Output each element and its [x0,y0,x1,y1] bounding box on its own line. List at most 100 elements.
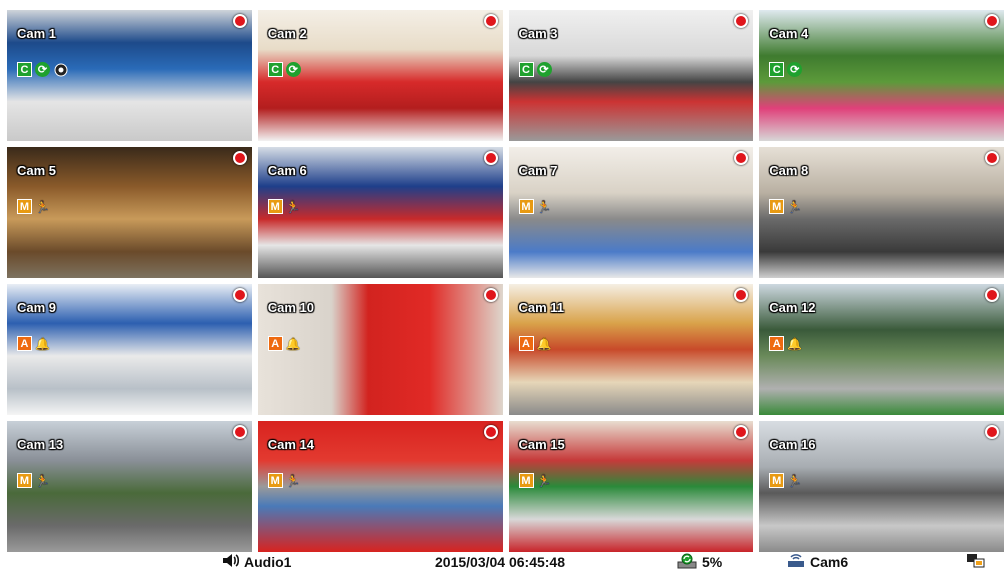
camera-label: Cam 3 [518,26,558,41]
status-badges: A 🔔 [769,336,802,351]
status-badges: M 🏃 [518,473,552,488]
camera-tile[interactable]: Cam 5 M 🏃 [6,146,253,279]
monitor-switch-icon [966,553,986,571]
camera-tile[interactable]: Cam 6 M 🏃 [256,146,504,279]
status-badges: M 🏃 [769,473,802,488]
camera-tile[interactable]: Cam 11 A 🔔 [507,283,755,416]
camera-label: Cam 11 [518,300,565,315]
camera-grid: Cam 1 C ⟳ Cam 2 C ⟳ Cam 3 C ⟳ Cam 4 C ⟳ Cam 5 M 🏃 Cam 6… [6,9,1005,553]
record-mode-badge: C [267,62,283,77]
display-toggle[interactable] [966,553,986,571]
network-camera-icon [786,553,806,571]
record-mode-badge: M [518,199,534,214]
motion-icon: 🏃 [787,473,803,488]
bell-icon: 🔔 [787,336,803,351]
motion-icon: 🏃 [536,473,552,488]
recording-indicator-icon [985,151,999,165]
recording-indicator-icon [232,14,247,28]
record-mode-badge: M [267,199,283,214]
camera-label: Cam 15 [518,437,565,452]
recording-indicator-icon [483,425,498,439]
camera-tile[interactable]: Cam 12 A 🔔 [758,283,1005,416]
status-badges: C ⟳ [518,62,552,77]
camera-label: Cam 7 [518,163,558,178]
camera-tile[interactable]: Cam 13 M 🏃 [6,420,253,553]
camera-tile[interactable]: Cam 7 M 🏃 [507,146,755,279]
status-badges: A 🔔 [267,336,301,351]
motion-icon: 🏃 [536,199,552,214]
recording-indicator-icon [985,288,999,302]
speaker-icon [222,553,240,571]
bell-icon: 🔔 [285,336,301,351]
status-badges: M 🏃 [17,199,50,214]
recording-indicator-icon [985,425,999,439]
record-mode-badge: A [518,336,534,351]
record-mode-badge: M [17,473,32,488]
record-mode-badge: A [769,336,785,351]
record-mode-badge: C [17,62,32,77]
camera-label: Cam 14 [267,437,314,452]
motion-icon: 🏃 [285,473,301,488]
camera-label: Cam 2 [267,26,307,41]
record-mode-badge: M [769,199,785,214]
recording-indicator-icon [483,151,498,165]
record-mode-badge: M [17,199,32,214]
recording-indicator-icon [483,14,498,28]
hdd-status[interactable]: 5% [676,553,722,571]
recording-indicator-icon [985,14,999,28]
camera-tile[interactable]: Cam 8 M 🏃 [758,146,1005,279]
camera-tile[interactable]: Cam 15 M 🏃 [507,420,755,553]
recording-indicator-icon [232,425,247,439]
rotate-icon: ⟳ [536,62,552,77]
camera-tile[interactable]: Cam 16 M 🏃 [758,420,1005,553]
motion-icon: 🏃 [285,199,301,214]
record-mode-badge: C [769,62,785,77]
camera-icon [53,62,68,77]
bell-icon: 🔔 [35,336,50,351]
motion-icon: 🏃 [35,473,50,488]
active-camera-label: Cam6 [810,554,849,570]
status-badges: A 🔔 [17,336,50,351]
motion-icon: 🏃 [35,199,50,214]
status-badges: C ⟳ [267,62,301,77]
camera-label: Cam 1 [17,26,57,41]
rotate-icon: ⟳ [787,62,803,77]
status-badges: M 🏃 [267,473,301,488]
status-bar: Audio1 2015/03/04 06:45:48 5% Cam6 [0,553,1005,571]
camera-label: Cam 10 [267,300,314,315]
camera-tile[interactable]: Cam 1 C ⟳ [6,9,253,142]
camera-label: Cam 13 [17,437,64,452]
hdd-recycle-icon [676,553,698,571]
hdd-percent: 5% [702,554,723,570]
bell-icon: 🔔 [536,336,552,351]
audio-label: Audio1 [244,554,292,570]
recording-indicator-icon [232,151,247,165]
camera-label: Cam 5 [17,163,57,178]
record-mode-badge: M [267,473,283,488]
record-mode-badge: M [769,473,785,488]
camera-tile[interactable]: Cam 10 A 🔔 [256,283,504,416]
active-camera-indicator[interactable]: Cam6 [786,553,848,571]
camera-tile[interactable]: Cam 2 C ⟳ [256,9,504,142]
camera-tile[interactable]: Cam 3 C ⟳ [507,9,755,142]
status-badges: M 🏃 [769,199,802,214]
camera-label: Cam 12 [769,300,816,315]
recording-indicator-icon [232,288,247,302]
status-badges: A 🔔 [518,336,552,351]
audio-indicator[interactable]: Audio1 [222,553,291,571]
record-mode-badge: A [267,336,283,351]
status-badges: M 🏃 [267,199,301,214]
camera-tile[interactable]: Cam 14 M 🏃 [256,420,504,553]
rotate-icon: ⟳ [35,62,50,77]
datetime-display: 2015/03/04 06:45:48 [435,553,565,571]
rotate-icon: ⟳ [285,62,301,77]
camera-tile[interactable]: Cam 9 A 🔔 [6,283,253,416]
status-badges: M 🏃 [17,473,50,488]
camera-tile[interactable]: Cam 4 C ⟳ [758,9,1005,142]
record-mode-badge: A [17,336,32,351]
camera-label: Cam 9 [17,300,57,315]
recording-indicator-icon [483,288,498,302]
camera-label: Cam 16 [769,437,816,452]
status-badges: C ⟳ [769,62,803,77]
status-badges: C ⟳ [17,62,68,77]
